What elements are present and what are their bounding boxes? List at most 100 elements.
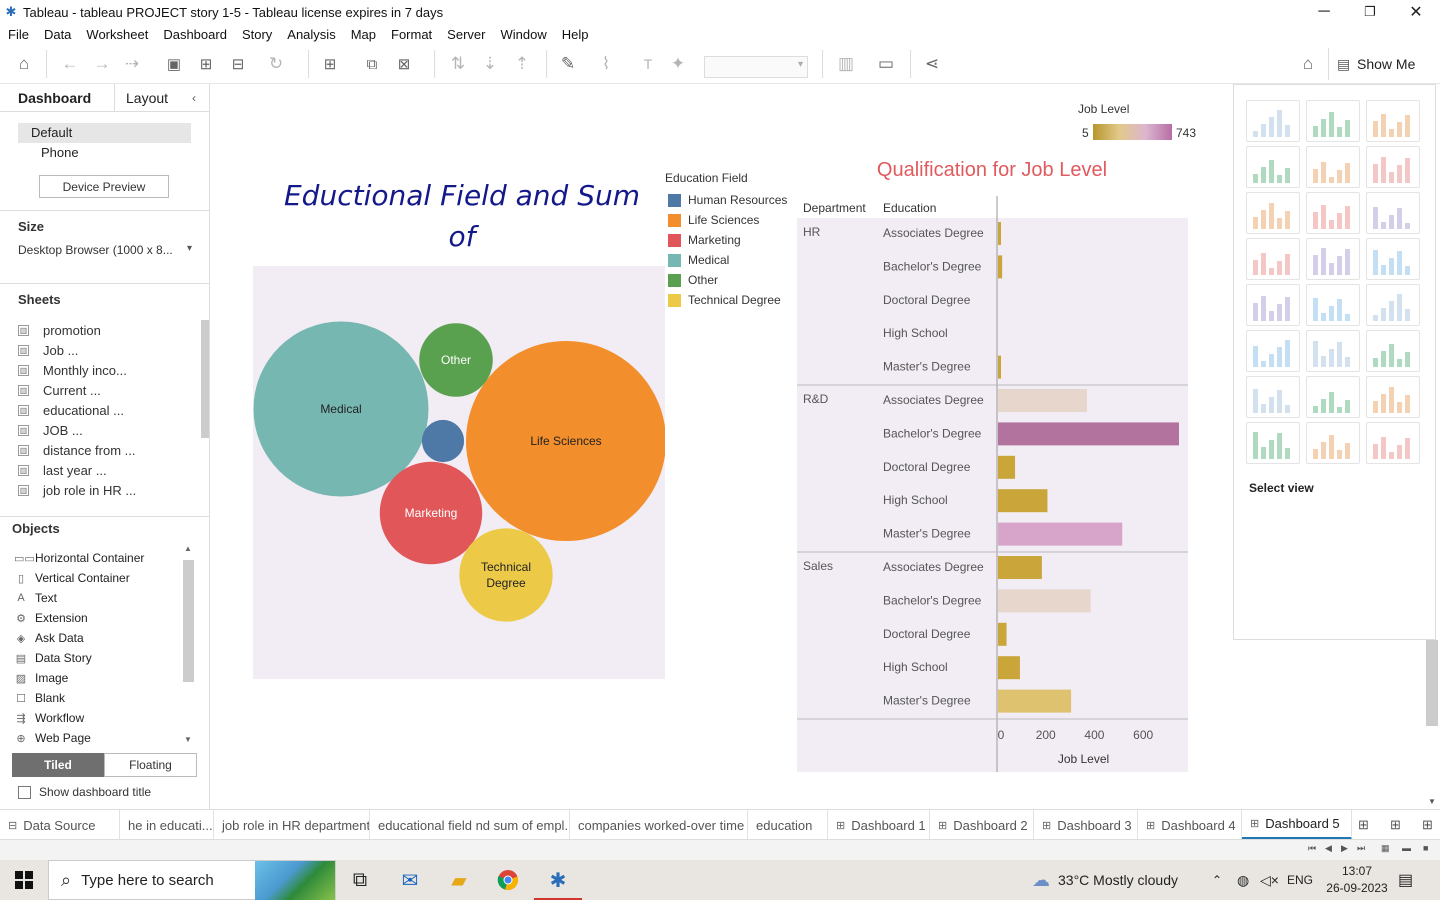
chrome-icon[interactable] bbox=[484, 860, 532, 900]
object-item[interactable]: ⊕ Web Page bbox=[14, 728, 182, 748]
show-sheet-sorter-icon[interactable]: ▦ bbox=[1381, 843, 1390, 854]
volume-icon[interactable]: ◁× bbox=[1260, 860, 1279, 900]
bubble[interactable]: Medical bbox=[253, 321, 429, 497]
chart-type-thumbnail[interactable] bbox=[1366, 238, 1420, 280]
chart-type-thumbnail[interactable] bbox=[1246, 376, 1300, 418]
share-icon[interactable]: ⋖ bbox=[920, 52, 944, 76]
presentation-mode-icon[interactable]: ▭ bbox=[874, 52, 898, 76]
file-explorer-icon[interactable]: ▰ bbox=[435, 860, 483, 900]
device-phone[interactable]: Phone bbox=[18, 143, 191, 163]
fit-dropdown[interactable] bbox=[704, 56, 808, 78]
mail-icon[interactable]: ✉ bbox=[386, 860, 434, 900]
chart-type-thumbnail[interactable] bbox=[1306, 146, 1360, 188]
sheets-scrollbar[interactable] bbox=[201, 320, 209, 495]
menu-worksheet[interactable]: Worksheet bbox=[86, 27, 148, 42]
bar[interactable] bbox=[998, 489, 1048, 513]
menu-format[interactable]: Format bbox=[391, 27, 432, 42]
sheet-tab[interactable]: educational field nd sum of empl... bbox=[370, 810, 570, 840]
tab-layout[interactable]: Layout bbox=[126, 84, 168, 112]
refresh-icon[interactable]: ↻ bbox=[264, 52, 288, 76]
show-hidden-icons[interactable]: ⌃ bbox=[1212, 860, 1222, 900]
weather-widget[interactable]: ☁ 33°C Mostly cloudy bbox=[1032, 860, 1178, 900]
clear-sheet-icon[interactable]: ⊠ bbox=[392, 52, 416, 76]
bubble[interactable]: Marketing bbox=[379, 461, 483, 565]
chart-type-thumbnail[interactable] bbox=[1366, 330, 1420, 372]
dashboard-tab[interactable]: ⊞ Dashboard 1 bbox=[828, 810, 930, 840]
color-legend-gradient[interactable] bbox=[1093, 124, 1172, 140]
chart-type-thumbnail[interactable] bbox=[1246, 284, 1300, 326]
sheet-item[interactable]: ▥ Job ... bbox=[18, 340, 198, 360]
menu-analysis[interactable]: Analysis bbox=[287, 27, 335, 42]
bubble[interactable]: Technical Degree bbox=[459, 528, 553, 622]
legend-item[interactable]: Technical Degree bbox=[665, 290, 787, 310]
dashboard-tab[interactable]: ⊞ Dashboard 5 bbox=[1242, 810, 1352, 840]
bar[interactable] bbox=[998, 422, 1179, 446]
pin-icon[interactable]: ✦ bbox=[666, 52, 690, 76]
device-default[interactable]: Default bbox=[18, 123, 191, 143]
swap-icon[interactable]: ⇅ bbox=[446, 52, 470, 76]
chart-type-thumbnail[interactable] bbox=[1306, 376, 1360, 418]
chart-type-thumbnail[interactable] bbox=[1246, 146, 1300, 188]
bar[interactable] bbox=[998, 589, 1091, 613]
menu-help[interactable]: Help bbox=[562, 27, 589, 42]
clock[interactable]: 13:07 26-09-2023 bbox=[1322, 863, 1392, 897]
objects-scrollbar[interactable]: ▲ ▼ bbox=[182, 544, 194, 744]
scroll-down-icon[interactable]: ▼ bbox=[1428, 797, 1436, 806]
size-dropdown[interactable]: Desktop Browser (1000 x 8... bbox=[18, 243, 192, 257]
bubble-circle[interactable] bbox=[459, 528, 553, 622]
task-view-icon[interactable]: ⧉ bbox=[336, 860, 384, 900]
label-icon[interactable]: T bbox=[636, 52, 660, 76]
group-icon[interactable]: ⌇ bbox=[594, 52, 618, 76]
collapse-pane-icon[interactable]: ‹ bbox=[192, 84, 196, 112]
new-worksheet-tab-icon[interactable]: ⊞ bbox=[1352, 810, 1380, 840]
bubble-circle[interactable] bbox=[421, 419, 465, 463]
bar[interactable] bbox=[998, 222, 1001, 245]
sheet-item[interactable]: ▥ Monthly inco... bbox=[18, 360, 198, 380]
new-story-tab-icon[interactable]: ⊞ bbox=[1416, 810, 1440, 840]
chart-type-thumbnail[interactable] bbox=[1306, 100, 1360, 142]
undo-icon[interactable]: ← bbox=[58, 52, 82, 76]
chart-type-thumbnail[interactable] bbox=[1306, 284, 1360, 326]
bar[interactable] bbox=[998, 656, 1020, 680]
tab-dashboard[interactable]: Dashboard bbox=[0, 84, 115, 112]
duplicate-sheet-icon[interactable]: ⧉ bbox=[360, 52, 384, 76]
notifications-icon[interactable]: ▤ bbox=[1398, 860, 1413, 900]
chart-type-thumbnail[interactable] bbox=[1366, 422, 1420, 464]
bubble[interactable]: Other bbox=[419, 323, 493, 397]
prev-sheet-icon[interactable]: ◀ bbox=[1325, 843, 1332, 854]
legend-item[interactable]: Human Resources bbox=[665, 190, 787, 210]
bar[interactable] bbox=[998, 622, 1007, 646]
chart-type-thumbnail[interactable] bbox=[1306, 192, 1360, 234]
bar[interactable] bbox=[998, 689, 1072, 713]
chart-type-thumbnail[interactable] bbox=[1246, 422, 1300, 464]
bar-chart[interactable]: Department Education HR Associates Degree Ba… bbox=[797, 196, 1188, 772]
object-item[interactable]: ⇶ Workflow bbox=[14, 708, 182, 728]
home-icon[interactable]: ⌂ bbox=[12, 52, 36, 76]
bar-chart-svg[interactable]: Department Education HR Associates Degree Ba… bbox=[797, 196, 1188, 772]
sort-descending-icon[interactable]: ⇡ bbox=[510, 52, 534, 76]
chart-type-thumbnail[interactable] bbox=[1366, 284, 1420, 326]
chart-type-thumbnail[interactable] bbox=[1366, 192, 1420, 234]
menu-data[interactable]: Data bbox=[44, 27, 71, 42]
pause-updates-icon[interactable]: ⊟ bbox=[226, 52, 250, 76]
legend-item[interactable]: Medical bbox=[665, 250, 787, 270]
close-button[interactable]: ✕ bbox=[1393, 0, 1439, 24]
chart-type-thumbnail[interactable] bbox=[1306, 422, 1360, 464]
tiled-button[interactable]: Tiled bbox=[12, 753, 104, 777]
bar[interactable] bbox=[998, 455, 1016, 479]
scrollbar-thumb[interactable] bbox=[183, 560, 194, 682]
menu-map[interactable]: Map bbox=[351, 27, 376, 42]
sheet-item[interactable]: ▥ last year ... bbox=[18, 460, 198, 480]
scroll-up-icon[interactable]: ▲ bbox=[184, 544, 192, 553]
taskbar-search[interactable]: ⌕ Type here to search bbox=[48, 860, 336, 900]
minimize-button[interactable]: ─ bbox=[1301, 0, 1347, 24]
new-worksheet-icon[interactable]: ⊞ bbox=[318, 52, 342, 76]
sheet-item[interactable]: ▥ educational ... bbox=[18, 400, 198, 420]
chart-type-thumbnail[interactable] bbox=[1246, 238, 1300, 280]
object-item[interactable]: ▯ Vertical Container bbox=[14, 568, 182, 588]
show-cards-icon[interactable]: ▥ bbox=[834, 52, 858, 76]
start-button[interactable] bbox=[0, 860, 48, 900]
legend-item[interactable]: Marketing bbox=[665, 230, 787, 250]
chart-type-thumbnail[interactable] bbox=[1366, 146, 1420, 188]
data-source-tab[interactable]: ⊟ Data Source bbox=[0, 810, 120, 840]
